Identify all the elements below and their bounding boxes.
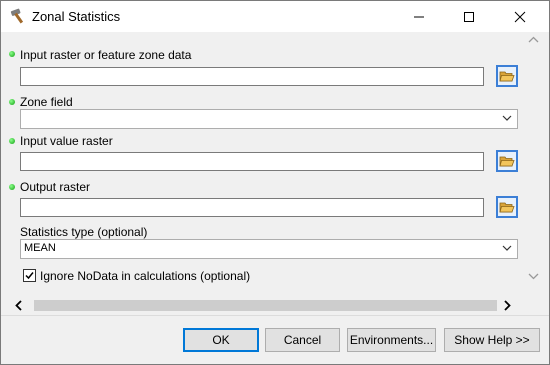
input-zone-browse-button[interactable] xyxy=(496,65,518,87)
statistics-type-dropdown[interactable]: MEAN xyxy=(20,239,518,259)
ignore-nodata-checkbox[interactable] xyxy=(23,269,36,282)
minimize-icon xyxy=(413,16,424,17)
zone-field-dropdown[interactable] xyxy=(20,109,518,129)
required-indicator-icon xyxy=(9,51,15,57)
chevron-left-icon[interactable] xyxy=(15,300,23,311)
divider xyxy=(1,315,549,316)
hammer-icon xyxy=(10,8,24,24)
window-title: Zonal Statistics xyxy=(32,9,121,24)
statistics-type-value: MEAN xyxy=(24,242,56,254)
ignore-nodata-label: Ignore NoData in calculations (optional) xyxy=(40,269,251,283)
vertical-scrollbar[interactable] xyxy=(525,32,542,297)
parameters-panel: Input raster or feature zone data Zone f… xyxy=(9,41,521,299)
folder-open-icon xyxy=(499,156,515,167)
environments-button[interactable]: Environments... xyxy=(347,328,436,352)
output-raster-field[interactable] xyxy=(20,198,484,217)
output-raster-browse-button[interactable] xyxy=(496,196,518,218)
input-zone-label: Input raster or feature zone data xyxy=(20,48,192,62)
zone-field-label: Zone field xyxy=(20,95,73,109)
ok-button[interactable]: OK xyxy=(183,328,259,352)
zonal-statistics-dialog: Zonal Statistics Input raster or feature… xyxy=(0,0,550,365)
input-value-browse-button[interactable] xyxy=(496,150,518,172)
close-icon xyxy=(514,11,525,22)
folder-open-icon xyxy=(499,71,515,82)
checkmark-icon xyxy=(25,272,34,280)
output-raster-label: Output raster xyxy=(20,180,91,194)
chevron-down-icon xyxy=(502,115,512,121)
chevron-down-icon[interactable] xyxy=(528,272,539,280)
chevron-right-icon[interactable] xyxy=(503,300,511,311)
input-value-raster-field[interactable] xyxy=(20,152,484,171)
chevron-up-icon[interactable] xyxy=(528,36,539,44)
input-zone-field[interactable] xyxy=(20,67,484,86)
close-button[interactable] xyxy=(497,1,542,32)
required-indicator-icon xyxy=(9,184,15,190)
statistics-type-label: Statistics type (optional) xyxy=(20,225,148,239)
maximize-button[interactable] xyxy=(446,1,491,32)
required-indicator-icon xyxy=(9,138,15,144)
cancel-button[interactable]: Cancel xyxy=(265,328,340,352)
show-help-button[interactable]: Show Help >> xyxy=(444,328,540,352)
chevron-down-icon xyxy=(502,245,512,251)
dialog-content: Input raster or feature zone data Zone f… xyxy=(1,32,549,315)
maximize-icon xyxy=(463,11,474,22)
horizontal-scrollbar[interactable] xyxy=(9,297,521,314)
required-indicator-icon xyxy=(9,99,15,105)
scrollbar-thumb[interactable] xyxy=(34,300,497,311)
title-bar[interactable]: Zonal Statistics xyxy=(1,1,549,32)
minimize-button[interactable] xyxy=(396,1,441,32)
folder-open-icon xyxy=(499,202,515,213)
input-value-label: Input value raster xyxy=(20,134,113,148)
